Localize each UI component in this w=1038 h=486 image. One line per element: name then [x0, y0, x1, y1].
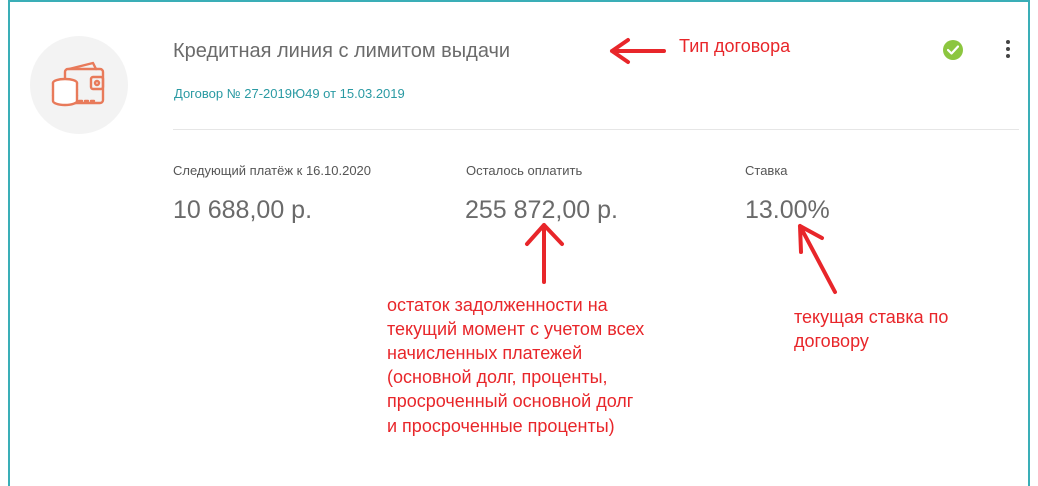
arrow-to-title: [610, 38, 666, 64]
arrow-to-remaining: [525, 223, 564, 284]
annotation-contract-type: Тип договора: [679, 36, 791, 56]
annotation-rate: текущая ставка по договору: [794, 307, 949, 352]
annotation-remaining: остаток задолженности на текущий момент …: [387, 295, 645, 436]
arrow-to-rate: [798, 224, 837, 294]
